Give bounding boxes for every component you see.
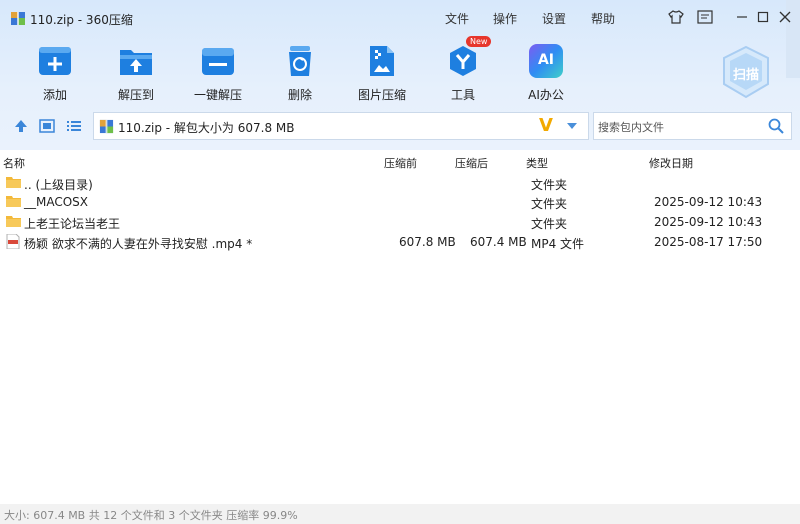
tools-label: 工具 xyxy=(450,88,475,102)
tools-button[interactable]: New 工具 xyxy=(428,36,498,103)
video-file-icon xyxy=(6,234,20,249)
add-icon xyxy=(38,44,72,78)
close-icon[interactable] xyxy=(776,8,794,26)
delete-button[interactable]: 删除 xyxy=(265,44,335,103)
archive-file-icon xyxy=(99,119,114,134)
file-type: 文件夹 xyxy=(531,197,568,211)
search-box[interactable] xyxy=(593,112,792,140)
folder-icon xyxy=(6,177,21,188)
menu-settings[interactable]: 设置 xyxy=(542,10,566,27)
list-item[interactable]: 上老王论坛当老王 文件夹 2025-09-12 10:43 xyxy=(0,212,800,232)
image-compress-label: 图片压缩 xyxy=(357,88,406,102)
image-compress-icon xyxy=(365,44,399,78)
add-button[interactable]: 添加 xyxy=(20,44,90,103)
image-compress-button[interactable]: 图片压缩 xyxy=(347,44,417,103)
file-name: 上老王论坛当老王 xyxy=(24,217,121,231)
file-name: __MACOSX xyxy=(24,195,89,209)
folder-icon xyxy=(6,196,21,207)
add-label: 添加 xyxy=(42,88,67,102)
up-level-icon[interactable] xyxy=(13,118,29,134)
column-headers: 名称 压缩前 压缩后 类型 修改日期 xyxy=(0,150,800,172)
window-title: 110.zip - 360压缩 xyxy=(30,13,133,27)
extract-to-button[interactable]: 解压到 xyxy=(101,44,171,103)
file-type: MP4 文件 xyxy=(531,237,585,251)
scan-button[interactable]: 扫描 xyxy=(718,44,774,100)
status-bar: 大小: 607.4 MB 共 12 个文件和 3 个文件夹 压缩率 99.9% xyxy=(0,504,800,524)
file-modified: 2025-08-17 17:50 xyxy=(654,235,763,249)
archive-app-icon xyxy=(11,12,25,25)
file-modified: 2025-09-12 10:43 xyxy=(654,195,763,209)
status-text: 大小: 607.4 MB 共 12 个文件和 3 个文件夹 压缩率 99.9% xyxy=(4,509,298,522)
col-modified[interactable]: 修改日期 xyxy=(649,155,693,171)
maximize-icon[interactable] xyxy=(754,8,772,26)
app-window: 110.zip - 360压缩 文件 操作 设置 帮助 添加 解压到 一键解压 … xyxy=(0,0,800,524)
file-name: 杨颖 欲求不满的人妻在外寻找安慰 .mp4 * xyxy=(24,237,253,251)
detail-view-icon[interactable] xyxy=(39,118,55,134)
file-modified: 2025-09-12 10:43 xyxy=(654,215,763,229)
archive-path-text: 110.zip - 解包大小为 607.8 MB xyxy=(118,121,295,135)
folder-icon xyxy=(6,216,21,227)
one-click-extract-label: 一键解压 xyxy=(193,88,242,102)
menu-file[interactable]: 文件 xyxy=(445,10,469,27)
file-name: .. (上级目录) xyxy=(24,178,93,192)
extract-to-icon xyxy=(119,44,153,78)
ai-icon: AI xyxy=(529,44,563,78)
minimize-icon[interactable] xyxy=(733,8,751,26)
menu-help[interactable]: 帮助 xyxy=(591,10,615,27)
col-compressed-size[interactable]: 压缩后 xyxy=(455,155,488,171)
scan-label: 扫描 xyxy=(732,68,759,83)
tools-icon: New xyxy=(446,36,492,78)
chevron-down-icon[interactable] xyxy=(566,122,578,130)
ai-office-button[interactable]: AI AI办公 xyxy=(511,44,581,103)
list-view-icon[interactable] xyxy=(66,118,82,134)
search-input[interactable] xyxy=(596,117,765,137)
search-icon[interactable] xyxy=(768,118,784,134)
delete-label: 删除 xyxy=(287,88,312,102)
ai-icon-text: AI xyxy=(537,52,555,68)
file-compressed-size: 607.4 MB xyxy=(470,235,527,249)
title-bar[interactable]: 110.zip - 360压缩 文件 操作 设置 帮助 xyxy=(0,0,800,34)
menu-operate[interactable]: 操作 xyxy=(493,10,517,27)
list-item[interactable]: 杨颖 欲求不满的人妻在外寻找安慰 .mp4 * 607.8 MB 607.4 M… xyxy=(0,232,800,252)
col-original-size[interactable]: 压缩前 xyxy=(384,155,417,171)
360-logo-icon[interactable]: V xyxy=(539,115,553,136)
col-type[interactable]: 类型 xyxy=(526,155,548,171)
trash-icon xyxy=(283,44,317,78)
feedback-icon[interactable] xyxy=(696,8,714,26)
one-click-extract-icon xyxy=(201,44,235,78)
address-bar[interactable]: 110.zip - 解包大小为 607.8 MB V xyxy=(93,112,589,140)
list-item[interactable]: .. (上级目录) 文件夹 xyxy=(0,173,800,193)
ai-office-label: AI办公 xyxy=(528,88,564,102)
file-type: 文件夹 xyxy=(531,217,568,231)
file-type: 文件夹 xyxy=(531,178,568,192)
col-name[interactable]: 名称 xyxy=(3,155,25,171)
one-click-extract-button[interactable]: 一键解压 xyxy=(183,44,253,103)
file-original-size: 607.8 MB xyxy=(399,235,456,249)
skin-shirt-icon[interactable] xyxy=(667,8,685,26)
list-item[interactable]: __MACOSX 文件夹 2025-09-12 10:43 xyxy=(0,192,800,212)
extract-to-label: 解压到 xyxy=(117,88,154,102)
new-badge: New xyxy=(466,36,492,47)
